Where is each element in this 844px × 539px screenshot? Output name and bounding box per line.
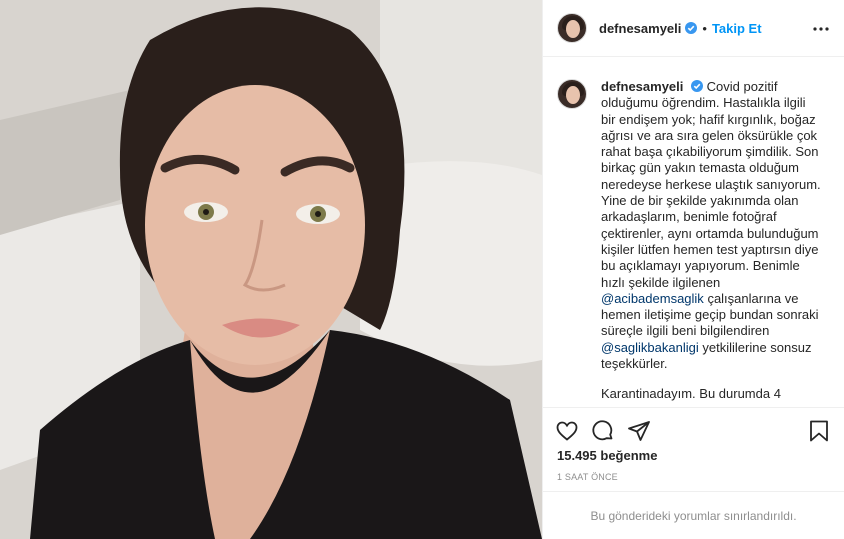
post-side-panel: defnesamyeli • Takip Et defnesamyeli Cov… bbox=[542, 0, 844, 539]
caption-username[interactable]: defnesamyeli bbox=[601, 79, 683, 94]
post-photo[interactable] bbox=[0, 0, 542, 539]
post-header: defnesamyeli • Takip Et bbox=[543, 0, 844, 57]
like-count[interactable]: 15.495 beğenme bbox=[557, 448, 657, 463]
post-timestamp[interactable]: 1 SAAT ÖNCE bbox=[557, 472, 618, 482]
heart-icon[interactable] bbox=[555, 419, 579, 443]
more-options-icon[interactable] bbox=[812, 20, 830, 38]
caption-body-1: Covid pozitif olduğumu öğrendim. Hastalı… bbox=[601, 79, 821, 290]
mention-saglikbakanligi[interactable]: @saglikbakanligi bbox=[601, 340, 699, 355]
avatar[interactable] bbox=[557, 79, 587, 109]
mention-acibademsaglik[interactable]: @acibademsaglik bbox=[601, 291, 704, 306]
bookmark-icon[interactable] bbox=[807, 419, 831, 443]
comments-restricted-notice: Bu gönderideki yorumlar sınırlandırıldı. bbox=[543, 491, 844, 539]
comment-icon[interactable] bbox=[591, 419, 615, 443]
verified-badge-icon bbox=[685, 22, 698, 34]
caption-text: defnesamyeli Covid pozitif olduğumu öğre… bbox=[601, 79, 821, 407]
caption-body-4: Karantinadayım. Bu durumda 4 bbox=[601, 386, 781, 402]
verified-badge-icon bbox=[691, 80, 703, 92]
selfie-illustration bbox=[0, 0, 542, 539]
follow-button[interactable]: Takip Et bbox=[712, 21, 762, 36]
action-bar bbox=[543, 407, 844, 449]
username-link[interactable]: defnesamyeli bbox=[599, 21, 681, 36]
share-icon[interactable] bbox=[627, 419, 651, 443]
separator-dot: • bbox=[702, 20, 707, 36]
caption-area: defnesamyeli Covid pozitif olduğumu öğre… bbox=[543, 57, 844, 407]
avatar[interactable] bbox=[557, 13, 587, 43]
